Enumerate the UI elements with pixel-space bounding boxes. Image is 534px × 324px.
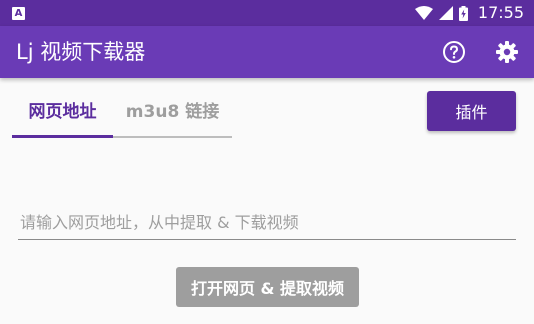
status-time: 17:55 [477, 3, 524, 22]
app-title: Lj 视频下载器 [16, 40, 146, 64]
plugin-button[interactable]: 插件 [427, 91, 516, 131]
open-and-extract-button[interactable]: 打开网页 & 提取视频 [176, 267, 359, 307]
app-bar: Lj 视频下载器 [0, 26, 534, 78]
settings-gear-icon [496, 41, 518, 63]
url-input[interactable] [18, 206, 516, 240]
battery-charging-icon [458, 5, 468, 21]
notification-a-icon: A [12, 7, 25, 20]
tab-indicator [12, 135, 113, 138]
tab-m3u8-link[interactable]: m3u8 链接 [113, 86, 232, 138]
signal-icon [438, 6, 453, 20]
wifi-icon [414, 6, 433, 20]
status-bar: A 17:55 [0, 0, 534, 26]
status-icons: 17:55 [414, 0, 524, 26]
tab-web-address[interactable]: 网页地址 [12, 86, 113, 138]
tab-bar: 网页地址 m3u8 链接 [12, 86, 232, 138]
help-button[interactable] [441, 39, 467, 65]
settings-button[interactable] [494, 39, 520, 65]
help-icon [443, 41, 465, 63]
